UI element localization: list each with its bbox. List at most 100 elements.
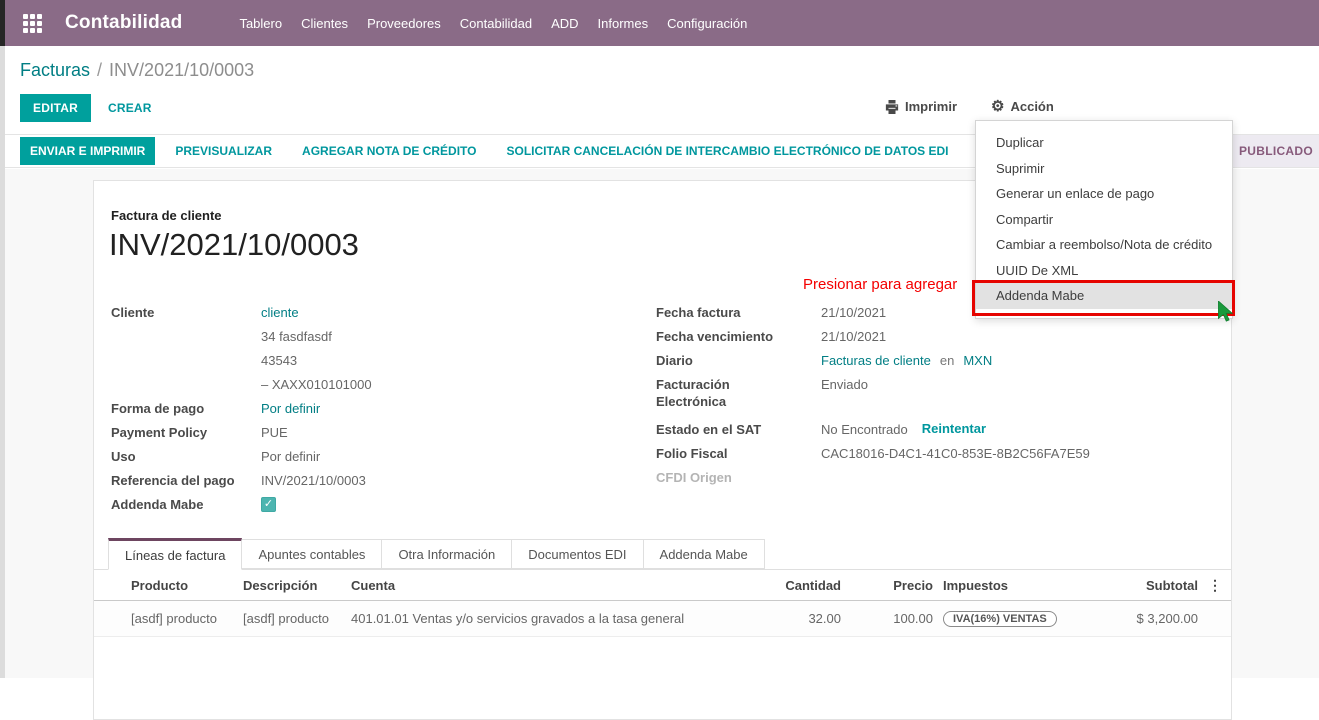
invoice-lines-table: Producto Descripción Cuenta Cantidad Pre… — [94, 571, 1231, 637]
field-payment-policy: Payment Policy PUE — [111, 424, 531, 448]
action-menu-item[interactable]: Generar un enlace de pago — [976, 181, 1232, 207]
annotation-text: Presionar para agregar — [803, 276, 958, 293]
topbar-menu-item[interactable]: Proveedores — [367, 16, 441, 31]
field-label: Diario — [656, 353, 693, 368]
field-cliente: Cliente cliente — [111, 304, 531, 328]
field-forma-de-pago: Forma de pago Por definir — [111, 400, 531, 424]
field-label: Facturación Electrónica — [656, 377, 730, 409]
folio-fiscal-value: CAC18016-D4C1-41C0-853E-8B2C56FA7E59 — [821, 446, 1090, 461]
fields-right: Fecha factura 21/10/2021 Fecha vencimien… — [656, 304, 1216, 493]
action-menu-button[interactable]: ⚙ Acción — [991, 97, 1054, 115]
breadcrumb-separator: / — [97, 60, 103, 80]
reintentar-button[interactable]: Reintentar — [922, 421, 986, 436]
field-label: Referencia del pago — [111, 473, 235, 488]
breadcrumb-parent[interactable]: Facturas — [20, 60, 90, 80]
cell-impuestos: IVA(16%) VENTAS — [938, 600, 1091, 637]
facturacion-electronica-value: Enviado — [821, 377, 868, 392]
addenda-mabe-checkbox[interactable]: ✓ — [261, 497, 276, 512]
address-line: – XAXX010101000 — [261, 377, 372, 392]
statusbar-button[interactable]: PREVISUALIZAR — [165, 137, 282, 165]
notebook-tab-label: Documentos EDI — [528, 546, 627, 562]
topbar-menu-item[interactable]: ADD — [551, 16, 578, 31]
tax-tag: IVA(16%) VENTAS — [943, 611, 1057, 627]
notebook-tab-label: Otra Información — [398, 546, 496, 562]
apps-grid-icon[interactable] — [23, 13, 42, 33]
statusbar-button[interactable]: SOLICITAR CANCELACIÓN DE INTERCAMBIO ELE… — [496, 137, 958, 165]
cliente-link[interactable]: cliente — [261, 305, 299, 320]
mouse-cursor-icon — [1218, 301, 1234, 322]
topbar-menu-item[interactable]: Clientes — [301, 16, 348, 31]
breadcrumb: Facturas / INV/2021/10/0003 — [20, 60, 254, 81]
cell-producto: [asdf] producto — [126, 600, 238, 637]
statusbar-button[interactable]: AGREGAR NOTA DE CRÉDITO — [292, 137, 486, 165]
app-title: Contabilidad — [65, 12, 183, 33]
topbar-menu-item[interactable]: Informes — [598, 16, 649, 31]
fecha-vencimiento-value: 21/10/2021 — [821, 329, 887, 344]
table-body: [asdf] producto [asdf] producto 401.01.0… — [94, 600, 1231, 637]
action-menu-item-label: Generar un enlace de pago — [996, 186, 1155, 201]
handle-column-header — [94, 571, 126, 601]
field-cfdi-origen: CFDI Origen — [656, 469, 1216, 493]
action-menu-item-label: UUID De XML — [996, 262, 1079, 278]
column-options-icon[interactable]: ⋮ — [1203, 571, 1231, 601]
diario-currency-link[interactable]: MXN — [963, 353, 992, 368]
invoice-line-row[interactable]: [asdf] producto [asdf] producto 401.01.0… — [94, 600, 1231, 637]
diario-conjunction: en — [939, 353, 955, 368]
diario-journal-link[interactable]: Facturas de cliente — [821, 353, 931, 368]
col-impuestos: Impuestos — [938, 571, 1091, 601]
address-line: 34 fasdfasdf — [261, 329, 332, 344]
field-referencia: Referencia del pago INV/2021/10/0003 — [111, 472, 531, 496]
field-fecha-vencimiento: Fecha vencimiento 21/10/2021 — [656, 328, 1216, 352]
notebook-tab[interactable]: Otra Información — [382, 539, 513, 569]
field-label: Addenda Mabe — [111, 497, 204, 512]
notebook-tab[interactable]: Apuntes contables — [242, 539, 383, 569]
action-menu-item-label: Compartir — [996, 211, 1054, 227]
create-button[interactable]: CREAR — [108, 101, 152, 115]
print-label: Imprimir — [905, 99, 958, 114]
notebook-tab[interactable]: Líneas de factura — [108, 538, 243, 570]
forma-de-pago-link[interactable]: Por definir — [261, 401, 320, 416]
invoice-number: INV/2021/10/0003 — [109, 227, 359, 262]
statusbar-button[interactable]: ENVIAR E IMPRIMIR — [20, 137, 156, 165]
cell-subtotal: $ 3,200.00 — [1091, 600, 1203, 637]
field-addenda-mabe: Addenda Mabe ✓ — [111, 496, 531, 520]
field-uso: Uso Por definir — [111, 448, 531, 472]
action-menu-item[interactable]: Duplicar — [976, 130, 1232, 156]
action-menu-item[interactable]: Compartir — [976, 207, 1232, 233]
app-window: Contabilidad Tablero Clientes Proveedores C… — [0, 0, 1319, 720]
notebook-tab-label: Addenda Mabe — [659, 546, 748, 562]
col-cuenta: Cuenta — [346, 571, 741, 601]
field-label: Fecha vencimiento — [656, 329, 774, 344]
statusbar-button-label: AGREGAR NOTA DE CRÉDITO — [302, 144, 477, 158]
notebook-tab[interactable]: Documentos EDI — [512, 539, 644, 569]
edit-button[interactable]: EDITAR — [20, 94, 91, 122]
col-precio: Precio — [846, 571, 938, 601]
form-button-row: EDITAR CREAR — [20, 94, 152, 122]
action-menu-item[interactable]: Cambiar a reembolso/Nota de crédito — [976, 232, 1232, 258]
topbar-menu-item[interactable]: Tablero — [239, 16, 282, 31]
referencia-value: INV/2021/10/0003 — [261, 473, 366, 488]
notebook-tab-label: Apuntes contables — [258, 546, 366, 562]
gear-icon: ⚙ — [991, 97, 1005, 115]
payment-policy-value: PUE — [261, 425, 288, 440]
statusbar-button-label: SOLICITAR CANCELACIÓN DE INTERCAMBIO ELE… — [506, 144, 949, 158]
action-menu-item-label: Suprimir — [996, 160, 1045, 176]
cell-options — [1203, 600, 1231, 637]
field-label: Forma de pago — [111, 401, 205, 416]
action-menu-item-label: Duplicar — [996, 135, 1044, 150]
action-menu-item[interactable]: Suprimir — [976, 156, 1232, 182]
estado-sat-value: No Encontrado — [821, 422, 908, 437]
topbar-menu-item[interactable]: Contabilidad — [460, 16, 532, 31]
topbar-menu: Tablero Clientes Proveedores Contabilidad AD… — [239, 16, 747, 31]
cell-cuenta: 401.01.01 Ventas y/o servicios gravados … — [346, 600, 741, 637]
topbar-menu-item[interactable]: Configuración — [667, 16, 747, 31]
notebook-tab[interactable]: Addenda Mabe — [643, 539, 765, 569]
field-label: Uso — [111, 449, 136, 464]
print-button[interactable]: Imprimir — [885, 99, 957, 114]
breadcrumb-current: INV/2021/10/0003 — [109, 60, 255, 80]
cell-cantidad: 32.00 — [741, 600, 846, 637]
topbar: Contabilidad Tablero Clientes Proveedores C… — [5, 0, 1319, 46]
notebook-tab-label: Líneas de factura — [125, 547, 226, 563]
fecha-factura-value: 21/10/2021 — [821, 305, 887, 320]
action-menu-item-label: Cambiar a reembolso/Nota de crédito — [996, 237, 1213, 252]
